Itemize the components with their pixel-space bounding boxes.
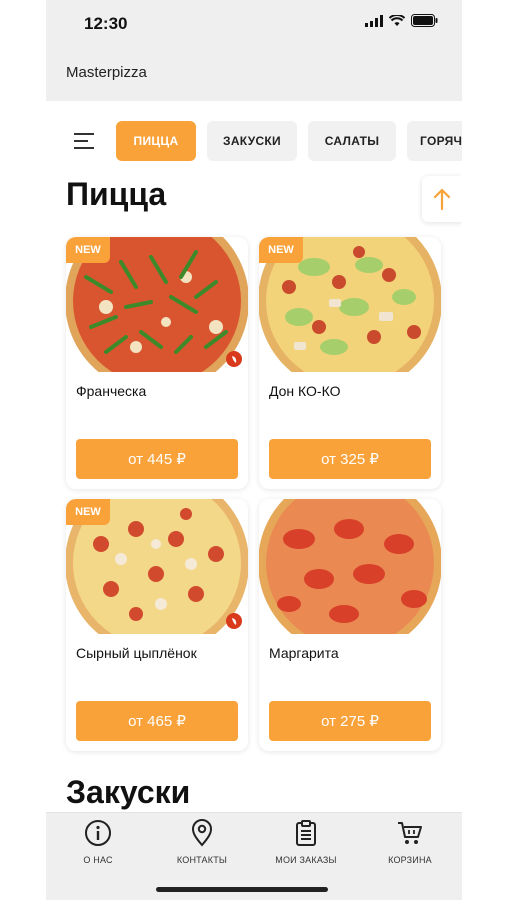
tab-contacts[interactable]: КОНТАКТЫ — [150, 819, 254, 879]
price-button[interactable]: от 465 ₽ — [76, 701, 238, 741]
product-card[interactable]: Маргарита от 275 ₽ — [259, 499, 441, 751]
spicy-icon — [226, 613, 242, 629]
tab-cart[interactable]: КОРЗИНА — [358, 819, 462, 879]
category-chip-snacks[interactable]: ЗАКУСКИ — [207, 121, 297, 161]
tab-label: КОРЗИНА — [388, 855, 432, 865]
signal-icon — [365, 14, 383, 27]
product-name: Маргарита — [269, 645, 339, 661]
app-screen: 12:30 Masterpizza ПИЦЦА ЗАКУСКИ САЛАТЫ Г… — [46, 0, 462, 900]
spicy-icon — [226, 351, 242, 367]
status-time: 12:30 — [84, 14, 128, 33]
tab-label: МОИ ЗАКАЗЫ — [275, 855, 337, 865]
app-title: Masterpizza — [66, 64, 147, 81]
info-icon — [85, 820, 111, 846]
section-title-pizza: Пицца — [66, 176, 167, 212]
clipboard-icon — [296, 820, 316, 846]
category-chip-hot[interactable]: ГОРЯЧ — [407, 121, 462, 161]
pizza-image — [259, 499, 441, 634]
tab-my-orders[interactable]: МОИ ЗАКАЗЫ — [254, 819, 358, 879]
new-badge: NEW — [66, 237, 110, 263]
battery-icon — [411, 14, 438, 27]
price-button[interactable]: от 275 ₽ — [269, 701, 431, 741]
category-bar: ПИЦЦА ЗАКУСКИ САЛАТЫ ГОРЯЧ — [46, 120, 462, 162]
tab-label: О НАС — [83, 855, 113, 865]
wifi-icon — [389, 14, 405, 26]
arrow-up-icon — [433, 188, 451, 211]
scroll-top-button[interactable] — [422, 176, 462, 222]
category-chip-salads[interactable]: САЛАТЫ — [308, 121, 396, 161]
product-name: Франческа — [76, 383, 147, 399]
product-card[interactable]: NEW Сырный цыплёнок от 465 ₽ — [66, 499, 248, 751]
tab-about[interactable]: О НАС — [46, 819, 150, 879]
price-button[interactable]: от 445 ₽ — [76, 439, 238, 479]
top-bar: 12:30 Masterpizza — [46, 0, 462, 101]
new-badge: NEW — [259, 237, 303, 263]
category-chip-pizza[interactable]: ПИЦЦА — [116, 121, 196, 161]
product-name: Дон КО-КО — [269, 383, 341, 399]
location-pin-icon — [191, 819, 213, 847]
new-badge: NEW — [66, 499, 110, 525]
price-button[interactable]: от 325 ₽ — [269, 439, 431, 479]
section-title-snacks: Закуски — [66, 774, 191, 810]
product-name: Сырный цыплёнок — [76, 645, 197, 661]
status-icons — [365, 14, 438, 27]
tab-label: КОНТАКТЫ — [176, 855, 228, 865]
cart-icon — [398, 822, 422, 844]
product-card[interactable]: NEW Франческа от 445 ₽ — [66, 237, 248, 489]
menu-icon[interactable] — [74, 132, 96, 150]
product-card[interactable]: NEW Дон КО-КО от 325 ₽ — [259, 237, 441, 489]
home-indicator — [156, 887, 328, 892]
